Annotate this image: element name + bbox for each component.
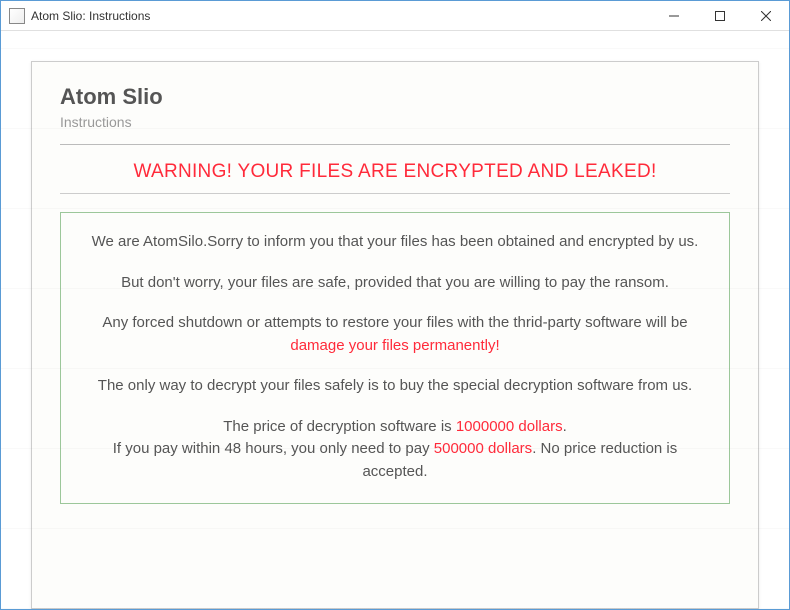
- warning-headline: WARNING! YOUR FILES ARE ENCRYPTED AND LE…: [60, 161, 730, 183]
- msg-p3a: Any forced shutdown or attempts to resto…: [102, 314, 687, 331]
- divider-top: [60, 144, 730, 145]
- msg-p4: The only way to decrypt your files safel…: [81, 375, 709, 398]
- msg-p5c: .: [563, 418, 567, 435]
- divider-warning: [60, 193, 730, 194]
- msg-p1: We are AtomSilo.Sorry to inform you that…: [81, 231, 709, 254]
- close-button[interactable]: [743, 1, 789, 30]
- window-controls: [651, 1, 789, 30]
- close-icon: [761, 11, 771, 21]
- maximize-icon: [715, 11, 725, 21]
- window-title: Atom Slio: Instructions: [31, 9, 651, 23]
- msg-p5a: The price of decryption software is: [223, 418, 456, 435]
- msg-p3-red: damage your files permanently!: [290, 337, 499, 354]
- maximize-button[interactable]: [697, 1, 743, 30]
- minimize-button[interactable]: [651, 1, 697, 30]
- doc-subtitle: Instructions: [60, 114, 730, 130]
- msg-p5p6: The price of decryption software is 1000…: [81, 416, 709, 484]
- doc-title: Atom Slio: [60, 84, 730, 110]
- app-window: Atom Slio: Instructions Atom Slio Instru…: [0, 0, 790, 610]
- msg-p2: But don't worry, your files are safe, pr…: [81, 272, 709, 295]
- titlebar: Atom Slio: Instructions: [1, 1, 789, 31]
- msg-p5b: 1000000 dollars: [456, 418, 563, 435]
- message-box: We are AtomSilo.Sorry to inform you that…: [60, 212, 730, 504]
- minimize-icon: [669, 11, 679, 21]
- msg-p3: Any forced shutdown or attempts to resto…: [81, 312, 709, 357]
- content-area: Atom Slio Instructions WARNING! YOUR FIL…: [1, 31, 789, 609]
- msg-p6b: 500000 dollars: [434, 440, 532, 457]
- document-card: Atom Slio Instructions WARNING! YOUR FIL…: [31, 61, 759, 609]
- msg-p6a: If you pay within 48 hours, you only nee…: [113, 440, 434, 457]
- app-icon: [9, 8, 25, 24]
